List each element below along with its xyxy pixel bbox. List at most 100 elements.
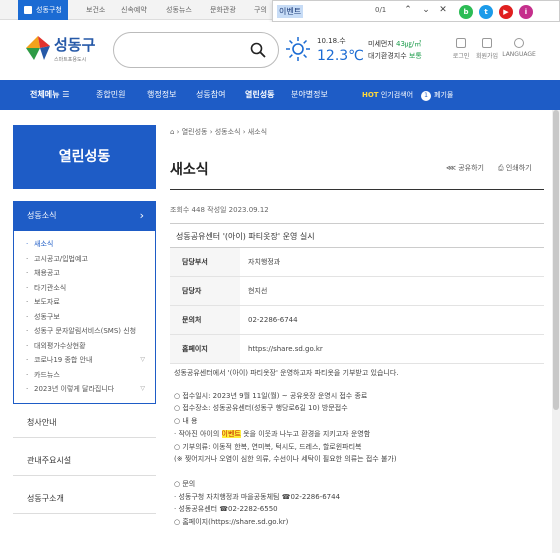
print-button[interactable]: ⎙ 인쇄하기 bbox=[498, 163, 532, 173]
nav-civil-service[interactable]: 종합민원 bbox=[96, 80, 125, 110]
globe-icon bbox=[514, 38, 524, 48]
find-query-input[interactable]: 이벤트 bbox=[277, 5, 304, 18]
language-button[interactable]: LANGUAGE bbox=[502, 38, 536, 58]
contact-line: · 성동구청 자치행정과 마을공동체팀 ☎02-2286-6744 bbox=[174, 492, 341, 501]
side-item-changes-2023[interactable]: 2023년 이렇게 달라집니다 bbox=[26, 382, 155, 397]
side-item-notices[interactable]: 고시공고/입법예고 bbox=[26, 252, 155, 267]
seongdong-logo[interactable]: 성동구 스마트포용도시 bbox=[24, 30, 104, 70]
side-item-awards[interactable]: 대외평가수상현황 bbox=[26, 339, 155, 354]
weather-date: 10.18.수 bbox=[317, 37, 346, 45]
tab-seongdong-office[interactable]: 성동구청 bbox=[18, 0, 68, 20]
contact-line[interactable]: ○ 홈페이지(https://share.sd.go.kr) bbox=[174, 516, 544, 529]
side-item-sms-service[interactable]: 성동구 문자알림서비스(SMS) 신청 bbox=[26, 324, 155, 339]
homepage-link[interactable]: https://share.sd.go.kr bbox=[240, 335, 323, 363]
tab-gu[interactable]: 구의 bbox=[254, 0, 267, 20]
hot-label: HOT bbox=[362, 91, 379, 99]
body-line: ○ 접수일시: 2023년 9월 11일(월) ~ 공유옷장 운영시 접수 종료 bbox=[174, 391, 368, 400]
print-label: 인쇄하기 bbox=[505, 164, 532, 172]
weather-widget: 10.18.수 12.3℃ bbox=[285, 34, 365, 70]
login-label: 로그인 bbox=[452, 53, 470, 60]
logo-subtitle: 스마트포용도시 bbox=[54, 57, 87, 63]
side-navigation: 열린성동 성동소식 새소식 고시공고/입법예고 채용공고 타기관소식 보도자료 … bbox=[13, 125, 156, 514]
breadcrumb-item[interactable]: 성동소식 bbox=[215, 128, 241, 136]
breadcrumb-item[interactable]: 새소식 bbox=[248, 128, 267, 136]
side-item-covid19[interactable]: 코로나19 종합 안내 bbox=[26, 353, 155, 368]
hot-rank: 1 bbox=[421, 91, 432, 101]
dust-value: 43㎍/㎥ bbox=[396, 40, 422, 48]
language-label: LANGUAGE bbox=[502, 51, 536, 58]
scrollbar-thumb[interactable] bbox=[553, 110, 559, 410]
tab-culture-tour[interactable]: 문화관광 bbox=[210, 0, 236, 20]
side-group-about[interactable]: 성동구소개 bbox=[13, 484, 156, 514]
sun-icon bbox=[286, 37, 310, 61]
side-item-recruitment[interactable]: 채용공고 bbox=[26, 266, 155, 281]
side-group-facilities[interactable]: 관내주요시설 bbox=[13, 446, 156, 476]
print-icon: ⎙ bbox=[498, 164, 504, 172]
meta-divider bbox=[170, 223, 544, 224]
air-index-label: 대기환경지수 bbox=[368, 52, 407, 60]
title-divider bbox=[170, 189, 544, 190]
side-submenu: 새소식 고시공고/입법예고 채용공고 타기관소식 보도자료 성동구보 성동구 문… bbox=[13, 231, 156, 404]
youtube-icon[interactable]: ▶ bbox=[499, 5, 513, 19]
instagram-icon[interactable]: i bbox=[519, 5, 533, 19]
side-item-press[interactable]: 보도자료 bbox=[26, 295, 155, 310]
close-icon[interactable]: ✕ bbox=[436, 5, 450, 15]
table-row: 문의처 02-2286-6744 bbox=[170, 306, 544, 335]
chevron-up-icon[interactable]: ⌃ bbox=[401, 5, 415, 15]
chevron-down-icon[interactable]: ⌄ bbox=[419, 5, 433, 15]
share-label: 공유하기 bbox=[458, 164, 484, 172]
side-item-new-news[interactable]: 새소식 bbox=[26, 237, 155, 252]
search-icon[interactable] bbox=[250, 42, 266, 58]
user-icon bbox=[482, 38, 492, 48]
all-menu-label: 전체메뉴 bbox=[30, 90, 60, 99]
main-navigation: 전체메뉴 ☰ 종합민원 행정정보 성동참여 열린성동 분야별정보 HOT 인기검… bbox=[0, 80, 560, 110]
nav-field-info[interactable]: 분야별정보 bbox=[291, 80, 328, 110]
home-icon[interactable]: ⌂ bbox=[170, 128, 174, 136]
tab-news[interactable]: 성동뉴스 bbox=[166, 0, 192, 20]
signup-button[interactable]: 회원가입 bbox=[472, 38, 502, 60]
page-title: 새소식 bbox=[170, 162, 209, 178]
twitter-icon[interactable]: t bbox=[479, 5, 493, 19]
nav-participation[interactable]: 성동참여 bbox=[196, 80, 225, 110]
post-body: 성동공유센터에서 '(아이) 파티옷장' 운영하고자 파티옷을 기부받고 있습니… bbox=[174, 367, 544, 529]
info-key: 홈페이지 bbox=[170, 335, 240, 363]
share-button[interactable]: ⋘ 공유하기 bbox=[446, 163, 484, 173]
hot-keywords[interactable]: HOT 인기검색어 1 폐기물 bbox=[362, 80, 453, 110]
nav-admin-info[interactable]: 행정정보 bbox=[147, 80, 176, 110]
notice-title: 성동공유센터 '(아이) 파티옷장' 운영 실시 bbox=[176, 232, 315, 241]
side-section-news[interactable]: 성동소식 bbox=[13, 201, 156, 231]
site-header: 성동구 스마트포용도시 10.18.수 12.3℃ 미세먼지 43㎍/㎥ 대기환… bbox=[0, 22, 560, 80]
blog-icon[interactable]: b bbox=[459, 5, 473, 19]
info-value: 현지선 bbox=[248, 287, 268, 295]
search-input[interactable] bbox=[113, 32, 279, 68]
tab-health-center[interactable]: 보건소 bbox=[86, 0, 105, 20]
tab-quick-reservation[interactable]: 신속예약 bbox=[121, 0, 147, 20]
info-value: 자치행정과 bbox=[248, 258, 281, 266]
air-index-value: 보통 bbox=[408, 52, 422, 60]
breadcrumb-item[interactable]: 열린성동 bbox=[182, 128, 208, 136]
share-icon: ⋘ bbox=[446, 164, 456, 172]
info-key: 문의처 bbox=[170, 306, 240, 334]
nav-open-seongdong[interactable]: 열린성동 bbox=[245, 80, 274, 110]
main-content: ⌂ › 열린성동 › 성동소식 › 새소식 새소식 ⋘ 공유하기 ⎙ 인쇄하기 … bbox=[170, 125, 550, 526]
find-match-count: 0/1 bbox=[375, 6, 387, 14]
body-line: ○ 기부의류: 이동적 한복, 연미복, 턱시도, 드레스, 할로윈파티복 bbox=[174, 442, 362, 451]
body-line: ○ 내 용 bbox=[174, 417, 198, 426]
side-item-gazette[interactable]: 성동구보 bbox=[26, 310, 155, 325]
side-item-card-news[interactable]: 카드뉴스 bbox=[26, 368, 155, 383]
body-line: · 작아진 아이의 이벤트 옷을 이웃과 나누고 환경을 지키고자 운영함 bbox=[174, 428, 544, 441]
hot-keyword: 폐기물 bbox=[434, 91, 454, 99]
air-quality: 미세먼지 43㎍/㎥ 대기환경지수 보통 bbox=[368, 38, 422, 62]
side-group-office[interactable]: 청사안내 bbox=[13, 408, 156, 438]
all-menu-button[interactable]: 전체메뉴 ☰ bbox=[30, 80, 69, 110]
find-highlight: 이벤트 bbox=[221, 429, 241, 438]
hamburger-icon: ☰ bbox=[62, 90, 70, 99]
info-value: 02-2286-6744 bbox=[248, 316, 298, 324]
info-key: 담당부서 bbox=[170, 248, 240, 276]
side-item-other-org-news[interactable]: 타기관소식 bbox=[26, 281, 155, 296]
scrollbar[interactable] bbox=[552, 110, 560, 553]
hot-text: 인기검색어 bbox=[380, 91, 414, 99]
body-intro: 성동공유센터에서 '(아이) 파티옷장' 운영하고자 파티옷을 기부받고 있습니… bbox=[174, 369, 399, 377]
lock-icon bbox=[456, 38, 466, 48]
table-row: 담당자 현지선 bbox=[170, 277, 544, 306]
